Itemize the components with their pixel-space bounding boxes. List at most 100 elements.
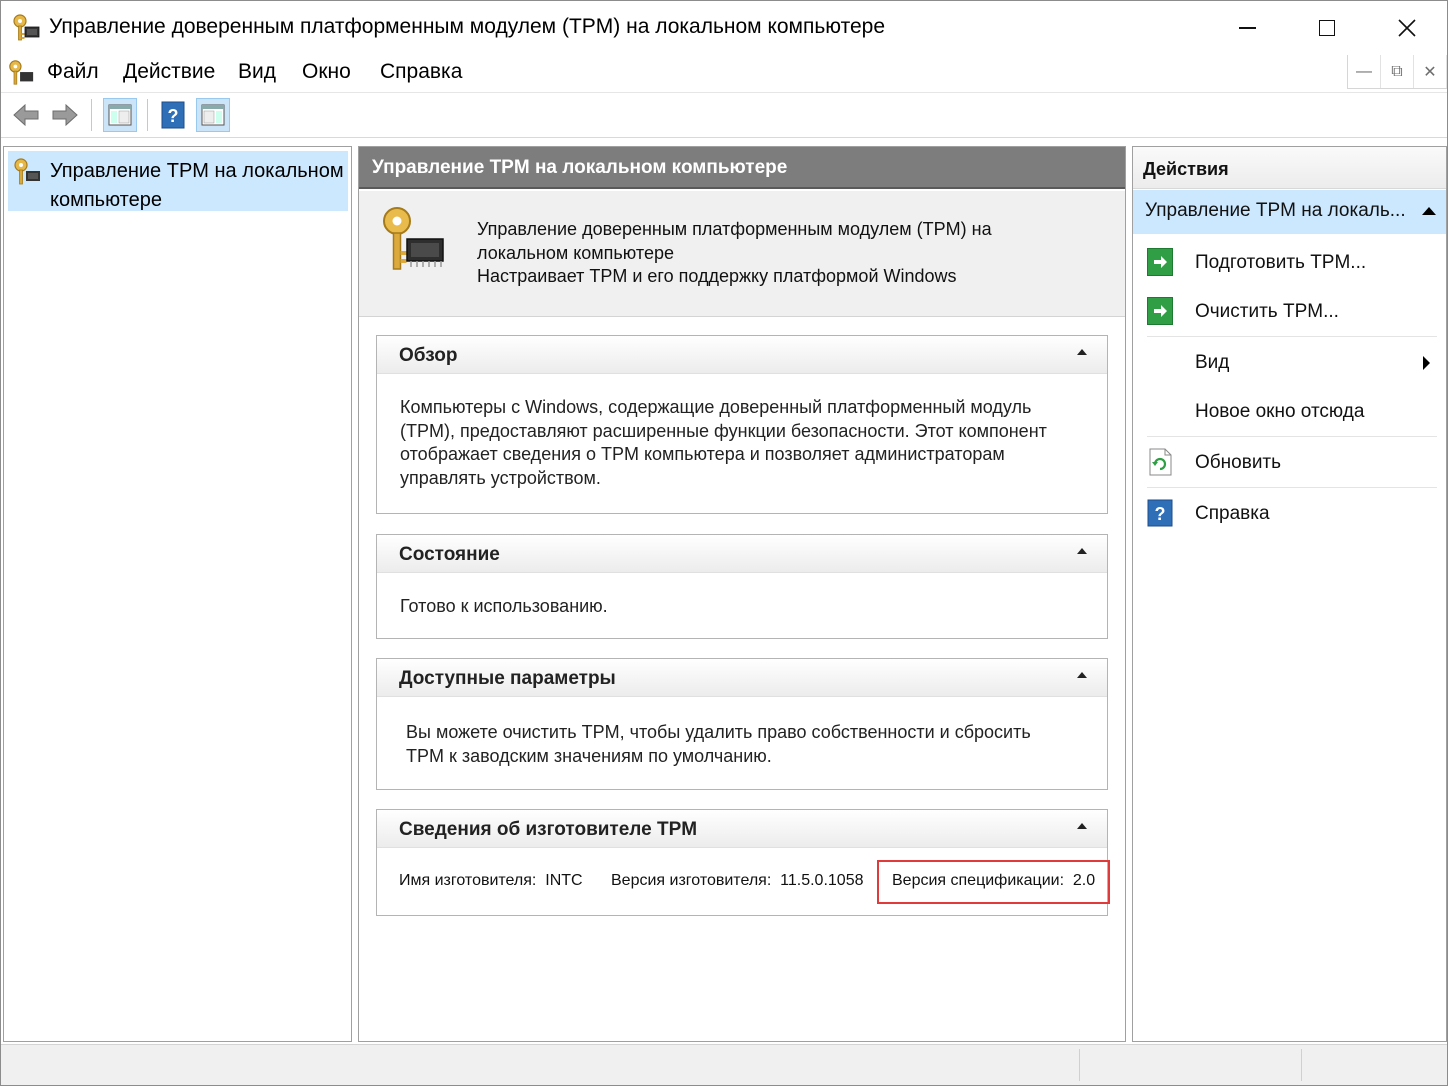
window-title: Управление доверенным платформенным моду… — [49, 15, 886, 38]
vendor-name: Имя изготовителя: INTC — [399, 872, 583, 890]
action-clear-tpm[interactable]: Очистить TPM... — [1133, 288, 1446, 336]
child-close-button[interactable]: ✕ — [1414, 55, 1447, 88]
run-arrow-icon — [1147, 297, 1173, 325]
toolbar-separator — [91, 99, 92, 131]
actions-separator — [1147, 336, 1437, 337]
overview-line: отображает сведения о TPM компьютера и п… — [400, 444, 1005, 464]
actions-group-header[interactable]: Управление TPM на локаль... — [1133, 190, 1446, 234]
overview-text: Компьютеры с Windows, содержащие доверен… — [400, 396, 1080, 490]
action-prepare-tpm[interactable]: Подготовить TPM... — [1133, 239, 1446, 287]
run-arrow-icon — [1147, 248, 1173, 276]
vendor-info-header[interactable]: Сведения об изготовителе TPM — [377, 810, 1107, 848]
action-pane-icon — [201, 104, 225, 126]
collapse-icon[interactable] — [1077, 548, 1087, 554]
overview-section: Обзор Компьютеры с Windows, содержащие д… — [376, 335, 1108, 514]
snapin-description: Управление доверенным платформенным моду… — [359, 191, 1125, 317]
status-bar-divider — [1079, 1049, 1080, 1081]
tpm-key-icon — [14, 158, 40, 185]
available-options-header[interactable]: Доступные параметры — [377, 659, 1107, 697]
svg-text:?: ? — [168, 106, 179, 126]
results-title: Управление TPM на локальном компьютере — [372, 157, 788, 178]
action-view[interactable]: Вид — [1133, 339, 1446, 387]
overview-line: (TPM), предоставляют расширенные функции… — [400, 420, 1047, 441]
actions-header: Действия — [1133, 147, 1446, 189]
actions-separator — [1147, 487, 1437, 488]
help-icon: ? — [1147, 499, 1173, 527]
spec-version-highlight — [877, 860, 1110, 904]
status-text: Готово к использованию. — [400, 596, 608, 616]
title-bar: Управление доверенным платформенным моду… — [1, 1, 1447, 55]
vendor-info-title: Сведения об изготовителе TPM — [399, 819, 698, 840]
child-restore-button[interactable]: ⧉ — [1381, 55, 1414, 88]
tpm-key-icon — [13, 14, 40, 41]
back-arrow-icon — [13, 103, 39, 127]
overview-title: Обзор — [399, 345, 458, 366]
vendor-info-section: Сведения об изготовителе TPM Имя изготов… — [376, 809, 1110, 916]
action-help[interactable]: ? Справка — [1133, 490, 1446, 538]
collapse-icon[interactable] — [1422, 207, 1436, 215]
options-line: Вы можете очистить TPM, чтобы удалить пр… — [406, 722, 1031, 742]
child-window-controls: — ⧉ ✕ — [1347, 55, 1447, 89]
refresh-icon — [1149, 448, 1172, 476]
snapin-description-text: Управление доверенным платформенным моду… — [477, 218, 1097, 289]
tree-item-label: Управление TPM на локальном компьютере — [50, 160, 344, 211]
collapse-icon[interactable] — [1077, 349, 1087, 355]
available-options-text: Вы можете очистить TPM, чтобы удалить пр… — [406, 721, 1086, 768]
results-pane: Управление TPM на локальном компьютере У… — [358, 146, 1126, 1042]
toolbar-separator — [147, 99, 148, 131]
intro-line: Управление доверенным платформенным моду… — [477, 219, 992, 239]
help-button[interactable]: ? — [156, 98, 190, 132]
overview-line: Компьютеры с Windows, содержащие доверен… — [400, 397, 1032, 417]
maximize-button[interactable] — [1287, 1, 1367, 55]
close-icon — [1398, 19, 1416, 37]
menu-help[interactable]: Справка — [380, 60, 462, 84]
menu-file[interactable]: Файл — [47, 60, 99, 84]
show-hide-action-pane-button[interactable] — [196, 98, 230, 132]
minimize-icon — [1238, 27, 1256, 29]
intro-line: локальном компьютере — [477, 242, 674, 263]
collapse-icon[interactable] — [1077, 672, 1087, 678]
overview-header[interactable]: Обзор — [377, 336, 1107, 374]
action-label: Вид — [1195, 352, 1230, 373]
results-header: Управление TPM на локальном компьютере — [359, 147, 1125, 189]
action-label: Очистить TPM... — [1195, 301, 1339, 322]
collapse-icon[interactable] — [1077, 823, 1087, 829]
actions-title: Действия — [1143, 159, 1229, 179]
overview-line: управлять устройством. — [400, 467, 601, 488]
console-tree-icon — [108, 104, 132, 126]
menu-bar: Файл Действие Вид Окно Справка — ⧉ ✕ — [1, 55, 1447, 91]
svg-text:?: ? — [1155, 504, 1166, 524]
status-header[interactable]: Состояние — [377, 535, 1107, 573]
help-icon: ? — [161, 101, 185, 129]
child-minimize-button[interactable]: — — [1348, 55, 1381, 88]
available-options-section: Доступные параметры Вы можете очистить T… — [376, 658, 1108, 790]
back-button[interactable] — [9, 98, 43, 132]
action-new-window[interactable]: Новое окно отсюда — [1133, 388, 1446, 436]
status-bar — [1, 1044, 1447, 1085]
menu-view[interactable]: Вид — [238, 60, 276, 84]
action-label: Справка — [1195, 503, 1270, 524]
action-label: Новое окно отсюда — [1195, 401, 1365, 422]
status-bar-divider — [1301, 1049, 1302, 1081]
close-button[interactable] — [1367, 1, 1447, 55]
menu-window[interactable]: Окно — [302, 60, 351, 84]
action-label: Обновить — [1195, 452, 1282, 473]
vendor-version: Версия изготовителя: 11.5.0.1058 — [611, 872, 864, 890]
toolbar: ? — [1, 92, 1447, 138]
available-options-title: Доступные параметры — [399, 668, 616, 689]
intro-line: Настраивает TPM и его поддержку платформ… — [477, 266, 957, 286]
vendor-name-label: Имя изготовителя: — [399, 872, 537, 889]
minimize-button[interactable] — [1207, 1, 1287, 55]
menu-action[interactable]: Действие — [123, 60, 215, 84]
submenu-arrow-icon — [1423, 356, 1430, 370]
actions-separator — [1147, 436, 1437, 437]
status-section: Состояние Готово к использованию. — [376, 534, 1108, 639]
action-refresh[interactable]: Обновить — [1133, 439, 1446, 487]
tree-item-tpm-root[interactable]: Управление TPM на локальном компьютере — [8, 151, 348, 211]
show-hide-tree-button[interactable] — [103, 98, 137, 132]
mmc-window: Управление доверенным платформенным моду… — [0, 0, 1448, 1086]
forward-arrow-icon — [52, 103, 78, 127]
status-title: Состояние — [399, 544, 500, 565]
console-icon[interactable] — [7, 59, 35, 87]
forward-button[interactable] — [48, 98, 82, 132]
